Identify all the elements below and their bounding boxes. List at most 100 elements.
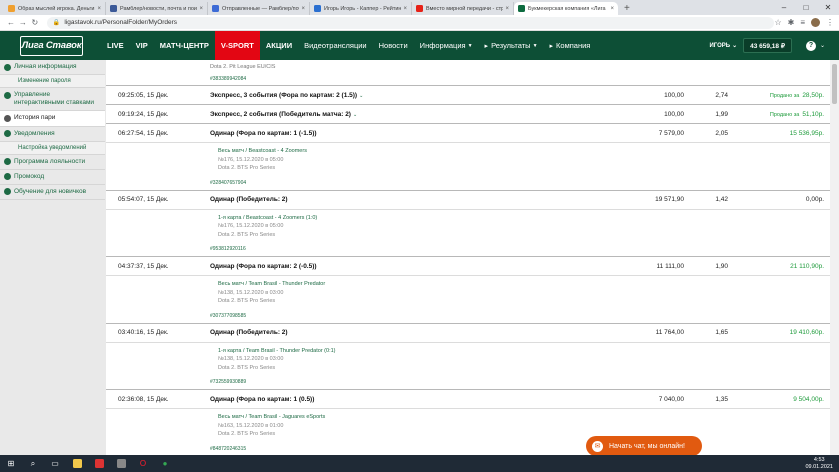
- event-link[interactable]: Весь матч / Team Brasil - Jaguares eSpor…: [218, 413, 830, 422]
- sidebar-item[interactable]: Программа лояльности: [0, 155, 105, 170]
- page-scrollbar[interactable]: [830, 60, 839, 455]
- minimize-button[interactable]: –: [773, 0, 795, 15]
- sidebar-item[interactable]: Уведомления: [0, 127, 105, 142]
- clock[interactable]: 4:53 09.01.2021: [805, 457, 833, 470]
- nav-item[interactable]: ▸ Результаты ▼: [479, 31, 544, 60]
- nav-item[interactable]: V-SPORT: [214, 31, 260, 60]
- taskbar-opera-icon[interactable]: O: [132, 455, 154, 472]
- sidebar-item[interactable]: История пари: [0, 111, 105, 127]
- nav-item[interactable]: АКЦИИ: [260, 31, 298, 60]
- bet-row[interactable]: 09:25:05, 15 Дек. Экспресс, 3 события (Фо…: [106, 86, 830, 104]
- event-info: 1-я карта / Beastcoast - 4 Zoomers (1:0)…: [218, 214, 830, 240]
- sidebar-item[interactable]: Промокод: [0, 170, 105, 185]
- bet-result: 21 110,90р.: [790, 262, 824, 270]
- bet-result: Продано за 28,50р.: [728, 92, 824, 99]
- bet-row[interactable]: 05:54:07, 15 Дек. Одинар (Победитель: 2) 1…: [106, 191, 830, 209]
- event-link[interactable]: 1-я карта / Beastcoast - 4 Zoomers (1:0): [218, 214, 830, 223]
- bet-stake: 7 040,00: [658, 395, 684, 403]
- nav-item[interactable]: ▸ Компания: [544, 31, 597, 60]
- browser-tab[interactable]: Букмекерская компания «Лига ×: [514, 2, 618, 15]
- bet-row[interactable]: 04:37:37, 15 Дек. Одинар (Фора по картам:…: [106, 257, 830, 275]
- nav-item[interactable]: LIVE: [101, 31, 130, 60]
- bet-stake: 100,00: [664, 91, 684, 99]
- nav-item[interactable]: VIP: [130, 31, 154, 60]
- nav-item[interactable]: Новости: [373, 31, 414, 60]
- bet-row[interactable]: 09:19:24, 15 Дек. Экспресс, 2 события (По…: [106, 105, 830, 123]
- taskbar-app-red-icon[interactable]: [88, 455, 110, 472]
- bet-id[interactable]: #953812920116: [210, 246, 830, 252]
- scrollbar-thumb[interactable]: [832, 64, 837, 104]
- bet-row[interactable]: 02:36:08, 15 Дек. Одинар (Фора по картам:…: [106, 390, 830, 408]
- bet-time: 09:19:24, 15 Дек.: [118, 110, 169, 118]
- reload-icon[interactable]: ↻: [29, 18, 41, 27]
- url-field[interactable]: 🔒 ligastavok.ru/PersonalFolder/MyOrders: [46, 16, 775, 29]
- bet-type: Одинар (Победитель: 2): [210, 329, 288, 336]
- back-icon[interactable]: ←: [5, 18, 17, 27]
- bet-id[interactable]: #328407657904: [210, 180, 830, 186]
- user-menu[interactable]: ИГОРЬ ⌄: [703, 42, 743, 50]
- nav-item[interactable]: МАТЧ-ЦЕНТР: [154, 31, 215, 60]
- site-header: Лига Ставок LIVE VIP МАТЧ-ЦЕНТР V-SPORT АКЦИ…: [0, 31, 839, 60]
- close-tab-icon[interactable]: ×: [301, 6, 305, 12]
- close-window-button[interactable]: ✕: [817, 0, 839, 15]
- sidebar-item[interactable]: Управление интерактивными ставками: [0, 88, 105, 112]
- browser-tab[interactable]: Рамблер/новости, почта и поиск ×: [106, 2, 208, 15]
- close-tab-icon[interactable]: ×: [505, 6, 509, 12]
- bet-row[interactable]: 06:27:54, 15 Дек. Одинар (Фора по картам:…: [106, 124, 830, 142]
- bet-id[interactable]: #732559930889: [210, 379, 830, 385]
- bet-id[interactable]: #307377098585: [210, 313, 830, 319]
- close-tab-icon[interactable]: ×: [403, 6, 407, 12]
- lock-icon: 🔒: [52, 20, 61, 26]
- taskbar-windows-icon[interactable]: ⊞: [0, 455, 22, 472]
- favicon-icon: [110, 5, 117, 12]
- bet-stake: 19 571,90: [655, 196, 684, 203]
- playlist-icon[interactable]: ≡: [800, 18, 805, 27]
- close-tab-icon[interactable]: ×: [610, 6, 614, 12]
- sidebar-item-label: Управление интерактивными ставками: [14, 91, 95, 107]
- close-tab-icon[interactable]: ×: [199, 6, 203, 12]
- taskbar-task-view-icon[interactable]: ▭: [44, 455, 66, 472]
- expand-chevron-icon[interactable]: ⌄: [359, 93, 363, 99]
- new-tab-button[interactable]: +: [624, 2, 630, 15]
- extensions-icon[interactable]: ✱: [788, 18, 795, 27]
- sold-amount: 28,50р.: [802, 91, 824, 99]
- maximize-button[interactable]: □: [795, 0, 817, 15]
- help-icon[interactable]: ?: [805, 40, 816, 51]
- bet-id[interactable]: #848720246315: [210, 446, 830, 452]
- chevron-down-icon[interactable]: ⌄: [820, 42, 825, 49]
- site-logo[interactable]: Лига Ставок: [20, 35, 83, 56]
- taskbar-chrome-icon[interactable]: ●: [154, 455, 176, 472]
- sidebar-subitem[interactable]: Настройка уведомлений: [0, 141, 105, 155]
- bet-row[interactable]: 03:40:16, 15 Дек. Одинар (Победитель: 2) 1…: [106, 324, 830, 342]
- bet-detail: Весь матч / Team Brasil - Jaguares eSpor…: [106, 408, 830, 455]
- browser-tab[interactable]: Вместо мирной передачи - стр ×: [412, 2, 514, 15]
- browser-tab[interactable]: Образ мыслей игрока. Деньги и ×: [4, 2, 106, 15]
- sidebar-item-icon: [4, 114, 11, 122]
- nav-item[interactable]: Видеотрансляции: [298, 31, 373, 60]
- expand-chevron-icon[interactable]: ⌄: [353, 112, 357, 118]
- browser-tab[interactable]: Отправленные — Рамблер/почта ×: [208, 2, 310, 15]
- event-link[interactable]: Весь матч / Beastcoast - 4 Zoomers: [218, 147, 830, 156]
- sidebar-item[interactable]: Личная информация: [0, 60, 105, 76]
- sidebar-subitem[interactable]: Изменение пароля: [0, 75, 105, 89]
- event-link[interactable]: Весь матч / Team Brasil - Thunder Predat…: [218, 280, 830, 289]
- bet-entry: 09:25:05, 15 Дек. Экспресс, 3 события (Фо…: [106, 86, 830, 105]
- menu-icon[interactable]: ⋮: [826, 18, 834, 27]
- star-icon[interactable]: ☆: [774, 18, 781, 27]
- bet-id[interactable]: #383389942084: [210, 76, 246, 82]
- nav-item[interactable]: Информация ▼: [414, 31, 479, 60]
- forward-icon[interactable]: →: [17, 18, 29, 27]
- event-tournament: Dota 2. BTS Pro Series: [218, 431, 276, 437]
- taskbar-app-gray-icon[interactable]: [110, 455, 132, 472]
- chat-button[interactable]: ✉ Начать чат, мы онлайн!: [586, 436, 702, 456]
- sidebar-item[interactable]: Обучение для новичков: [0, 185, 105, 200]
- bet-type: Одинар (Фора по картам: 1 (0.5)): [210, 395, 315, 403]
- nav-item-label: V-SPORT: [220, 41, 254, 50]
- taskbar-explorer-icon[interactable]: [66, 455, 88, 472]
- browser-tab[interactable]: Игорь Игорь - Каппер - Рейтинг ×: [310, 2, 412, 15]
- profile-avatar[interactable]: [811, 18, 820, 27]
- taskbar-search-icon[interactable]: ⌕: [22, 455, 44, 472]
- close-tab-icon[interactable]: ×: [97, 6, 101, 12]
- balance-display[interactable]: 43 659,18 ₽: [743, 38, 792, 53]
- event-link[interactable]: 1-я карта / Team Brasil - Thunder Predat…: [218, 347, 830, 356]
